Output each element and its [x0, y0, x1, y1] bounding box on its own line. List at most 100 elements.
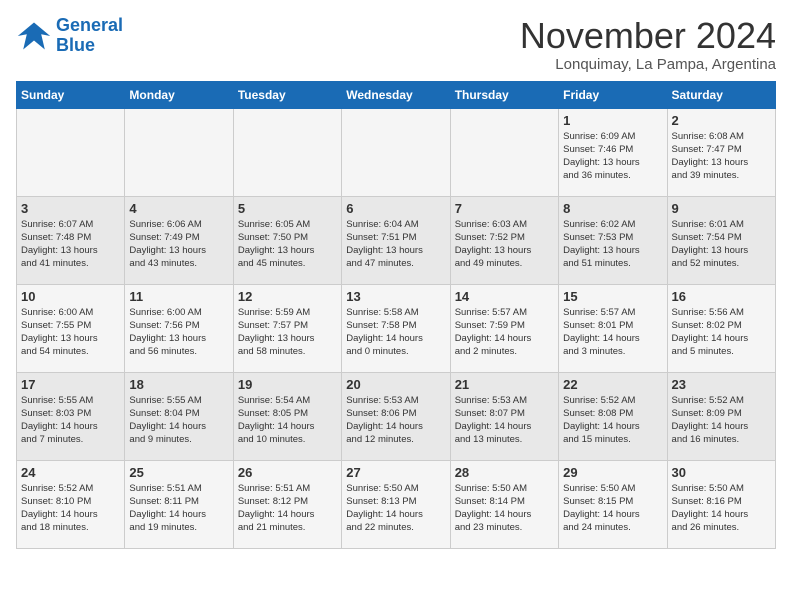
day-info: Sunrise: 6:03 AM Sunset: 7:52 PM Dayligh…	[455, 218, 554, 271]
day-number: 17	[21, 377, 120, 392]
day-number: 23	[672, 377, 771, 392]
day-info: Sunrise: 6:06 AM Sunset: 7:49 PM Dayligh…	[129, 218, 228, 271]
day-number: 9	[672, 201, 771, 216]
calendar-cell: 3Sunrise: 6:07 AM Sunset: 7:48 PM Daylig…	[17, 196, 125, 284]
calendar-cell: 7 Sunrise: 6:03 AM Sunset: 7:52 PM Daylig…	[450, 196, 558, 284]
weekday-header-monday: Monday	[125, 81, 233, 108]
calendar-cell: 25 Sunrise: 5:51 AM Sunset: 8:11 PM Dayli…	[125, 460, 233, 548]
day-number: 19	[238, 377, 337, 392]
day-number: 8	[563, 201, 662, 216]
day-number: 22	[563, 377, 662, 392]
calendar-cell: 24 Sunrise: 5:52 AM Sunset: 8:10 PM Dayli…	[17, 460, 125, 548]
weekday-header-friday: Friday	[559, 81, 667, 108]
day-number: 6	[346, 201, 445, 216]
day-number: 12	[238, 289, 337, 304]
day-info: Sunrise: 5:57 AM Sunset: 7:59 PM Dayligh…	[455, 306, 554, 359]
day-info: Sunrise: 5:52 AM Sunset: 8:08 PM Dayligh…	[563, 394, 662, 447]
day-number: 21	[455, 377, 554, 392]
calendar-cell: 18 Sunrise: 5:55 AM Sunset: 8:04 PM Dayli…	[125, 372, 233, 460]
day-number: 4	[129, 201, 228, 216]
calendar-cell: 12 Sunrise: 5:59 AM Sunset: 7:57 PM Dayli…	[233, 284, 341, 372]
day-info: Sunrise: 6:09 AM Sunset: 7:46 PM Dayligh…	[563, 130, 662, 183]
calendar-cell: 27 Sunrise: 5:50 AM Sunset: 8:13 PM Dayli…	[342, 460, 450, 548]
day-number: 14	[455, 289, 554, 304]
day-info: Sunrise: 5:56 AM Sunset: 8:02 PM Dayligh…	[672, 306, 771, 359]
day-info: Sunrise: 6:02 AM Sunset: 7:53 PM Dayligh…	[563, 218, 662, 271]
calendar-cell: 21Sunrise: 5:53 AM Sunset: 8:07 PM Dayli…	[450, 372, 558, 460]
day-info: Sunrise: 5:54 AM Sunset: 8:05 PM Dayligh…	[238, 394, 337, 447]
calendar-cell: 15Sunrise: 5:57 AM Sunset: 8:01 PM Dayli…	[559, 284, 667, 372]
day-info: Sunrise: 6:04 AM Sunset: 7:51 PM Dayligh…	[346, 218, 445, 271]
day-info: Sunrise: 5:55 AM Sunset: 8:03 PM Dayligh…	[21, 394, 120, 447]
day-number: 24	[21, 465, 120, 480]
location-subtitle: Lonquimay, La Pampa, Argentina	[520, 56, 776, 73]
weekday-header-saturday: Saturday	[667, 81, 775, 108]
calendar-cell: 30Sunrise: 5:50 AM Sunset: 8:16 PM Dayli…	[667, 460, 775, 548]
weekday-header-tuesday: Tuesday	[233, 81, 341, 108]
day-info: Sunrise: 5:53 AM Sunset: 8:06 PM Dayligh…	[346, 394, 445, 447]
day-info: Sunrise: 6:00 AM Sunset: 7:56 PM Dayligh…	[129, 306, 228, 359]
day-info: Sunrise: 5:55 AM Sunset: 8:04 PM Dayligh…	[129, 394, 228, 447]
logo: General Blue	[16, 16, 123, 56]
day-number: 20	[346, 377, 445, 392]
day-number: 27	[346, 465, 445, 480]
weekday-header-sunday: Sunday	[17, 81, 125, 108]
day-number: 11	[129, 289, 228, 304]
day-number: 13	[346, 289, 445, 304]
calendar-cell: 13 Sunrise: 5:58 AM Sunset: 7:58 PM Dayli…	[342, 284, 450, 372]
calendar-cell	[342, 108, 450, 196]
day-number: 25	[129, 465, 228, 480]
day-number: 15	[563, 289, 662, 304]
day-info: Sunrise: 6:07 AM Sunset: 7:48 PM Dayligh…	[21, 218, 120, 271]
day-number: 28	[455, 465, 554, 480]
weekday-header-wednesday: Wednesday	[342, 81, 450, 108]
day-number: 26	[238, 465, 337, 480]
day-number: 2	[672, 113, 771, 128]
calendar-cell	[17, 108, 125, 196]
day-info: Sunrise: 6:00 AM Sunset: 7:55 PM Dayligh…	[21, 306, 120, 359]
month-title: November 2024	[520, 16, 776, 56]
day-number: 10	[21, 289, 120, 304]
title-block: November 2024 Lonquimay, La Pampa, Argen…	[520, 16, 776, 73]
calendar-cell: 1 Sunrise: 6:09 AM Sunset: 7:46 PM Daylig…	[559, 108, 667, 196]
calendar-table: SundayMondayTuesdayWednesdayThursdayFrid…	[16, 81, 776, 549]
day-number: 29	[563, 465, 662, 480]
calendar-cell: 14 Sunrise: 5:57 AM Sunset: 7:59 PM Dayli…	[450, 284, 558, 372]
calendar-cell: 17 Sunrise: 5:55 AM Sunset: 8:03 PM Dayli…	[17, 372, 125, 460]
day-info: Sunrise: 6:05 AM Sunset: 7:50 PM Dayligh…	[238, 218, 337, 271]
day-number: 1	[563, 113, 662, 128]
calendar-cell: 5 Sunrise: 6:05 AM Sunset: 7:50 PM Daylig…	[233, 196, 341, 284]
calendar-header-row: SundayMondayTuesdayWednesdayThursdayFrid…	[17, 81, 776, 108]
calendar-week-row: 24 Sunrise: 5:52 AM Sunset: 8:10 PM Dayli…	[17, 460, 776, 548]
day-info: Sunrise: 5:51 AM Sunset: 8:11 PM Dayligh…	[129, 482, 228, 535]
calendar-cell	[233, 108, 341, 196]
calendar-cell: 26 Sunrise: 5:51 AM Sunset: 8:12 PM Dayli…	[233, 460, 341, 548]
calendar-cell: 10 Sunrise: 6:00 AM Sunset: 7:55 PM Dayli…	[17, 284, 125, 372]
day-info: Sunrise: 5:52 AM Sunset: 8:10 PM Dayligh…	[21, 482, 120, 535]
calendar-cell: 6 Sunrise: 6:04 AM Sunset: 7:51 PM Daylig…	[342, 196, 450, 284]
calendar-cell: 28 Sunrise: 5:50 AM Sunset: 8:14 PM Dayli…	[450, 460, 558, 548]
calendar-week-row: 1 Sunrise: 6:09 AM Sunset: 7:46 PM Daylig…	[17, 108, 776, 196]
day-info: Sunrise: 5:50 AM Sunset: 8:15 PM Dayligh…	[563, 482, 662, 535]
day-info: Sunrise: 5:51 AM Sunset: 8:12 PM Dayligh…	[238, 482, 337, 535]
day-number: 5	[238, 201, 337, 216]
calendar-cell: 8 Sunrise: 6:02 AM Sunset: 7:53 PM Daylig…	[559, 196, 667, 284]
day-info: Sunrise: 5:50 AM Sunset: 8:13 PM Dayligh…	[346, 482, 445, 535]
logo-bird-icon	[16, 18, 52, 54]
calendar-cell: 19 Sunrise: 5:54 AM Sunset: 8:05 PM Dayli…	[233, 372, 341, 460]
day-info: Sunrise: 5:58 AM Sunset: 7:58 PM Dayligh…	[346, 306, 445, 359]
logo-text: General Blue	[56, 16, 123, 56]
calendar-cell	[450, 108, 558, 196]
day-number: 18	[129, 377, 228, 392]
calendar-week-row: 10 Sunrise: 6:00 AM Sunset: 7:55 PM Dayli…	[17, 284, 776, 372]
day-info: Sunrise: 6:08 AM Sunset: 7:47 PM Dayligh…	[672, 130, 771, 183]
day-number: 16	[672, 289, 771, 304]
calendar-cell: 29 Sunrise: 5:50 AM Sunset: 8:15 PM Dayli…	[559, 460, 667, 548]
day-number: 7	[455, 201, 554, 216]
calendar-cell: 16 Sunrise: 5:56 AM Sunset: 8:02 PM Dayli…	[667, 284, 775, 372]
calendar-cell: 4 Sunrise: 6:06 AM Sunset: 7:49 PM Daylig…	[125, 196, 233, 284]
day-info: Sunrise: 5:50 AM Sunset: 8:16 PM Dayligh…	[672, 482, 771, 535]
day-info: Sunrise: 6:01 AM Sunset: 7:54 PM Dayligh…	[672, 218, 771, 271]
day-info: Sunrise: 5:50 AM Sunset: 8:14 PM Dayligh…	[455, 482, 554, 535]
day-info: Sunrise: 5:59 AM Sunset: 7:57 PM Dayligh…	[238, 306, 337, 359]
